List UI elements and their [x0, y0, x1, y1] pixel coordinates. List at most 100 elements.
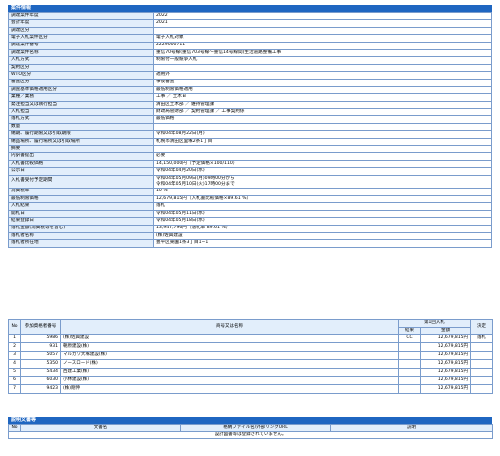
info-row: 納期、履行期限又は引取期限 令和04年08月22日(月) — [8, 130, 492, 139]
bid-name: 朝原建設(株) — [60, 342, 399, 352]
bid-no: 2 — [8, 342, 21, 352]
info-row: 調査基準価格適用区分 最低制限価格適用 — [8, 85, 492, 95]
bid-results-table: No 参加資格者番号 商号又は名称 第1回入札 決定 結果 金額 1 5986 (株… — [8, 319, 493, 394]
bid-decision — [470, 375, 493, 386]
info-value — [153, 122, 492, 132]
doc-empty-message: 設計図書等は登録されていません。 — [8, 431, 493, 439]
bid-name: ノースロード(株) — [60, 359, 399, 369]
info-row: 開札日 令和04年05月11日(水) — [8, 209, 492, 219]
info-label: 入札書受付予定期間 — [8, 174, 154, 189]
info-row: 発注担当又は執行担当 清田区土木部 ／ 維持管理課 — [8, 100, 492, 110]
bid-row: 6 6030 小林建設(株) 12,679,815円 — [8, 375, 493, 386]
bid-decision — [470, 359, 493, 369]
info-row: 契約区分 — [8, 63, 492, 73]
info-row: 落札者名称 (株)佐興建設 — [8, 231, 492, 241]
info-row: 落札方式 最低価格 — [8, 115, 492, 124]
bid-name: 西建工業(株) — [60, 367, 399, 377]
info-value: 事後審査 — [153, 78, 492, 87]
info-label: 契約区分 — [8, 63, 154, 73]
bid-row: 5 5434 西建工業(株) 12,679,815円 — [8, 367, 493, 377]
info-row: 落札金額(消費税等を含む) 13,947,796円（落札率 89.61 %） — [8, 224, 492, 233]
bid-code: 5057 — [20, 350, 61, 361]
info-row: 内訳書提出 必要 — [8, 152, 492, 161]
info-label: 内訳書提出 — [8, 152, 154, 161]
info-value: 適用外 — [153, 71, 492, 80]
info-value: 令和04年05月18日(水) — [153, 217, 492, 226]
info-row: 調達案件年度 2022 — [8, 11, 492, 21]
info-row: 調達区分 — [8, 26, 492, 36]
col-name-header: 商号又は名称 — [60, 319, 399, 335]
bid-result — [398, 342, 421, 352]
info-label: 落札者所在地 — [8, 239, 154, 248]
info-label: 調達案件名称 — [8, 48, 154, 58]
info-value: 最低価格 — [153, 115, 492, 124]
info-row: 公示日 令和04年04月20日(水) — [8, 167, 492, 176]
info-row: 入札書受付予定期間 令和04年05月09日(月)09時00分から 令和04年05月1… — [8, 174, 492, 189]
info-value: (株)佐興建設 — [153, 231, 492, 241]
bid-result — [398, 359, 421, 369]
section-title: 案件情報 — [11, 5, 32, 11]
info-value: 重信70号線(重信703号線〜重信14号線間)生活道路整備工事 — [153, 48, 492, 58]
bid-row: 1 5986 (株)佐興建設 CC 12,679,815円 落札 — [8, 333, 493, 344]
info-label: 会計年度 — [8, 19, 154, 28]
info-row: 摘要 — [8, 145, 492, 154]
bid-decision — [470, 367, 493, 377]
info-label: 納期、履行期限又は引取期限 — [8, 130, 154, 139]
info-label: WTO区分 — [8, 71, 154, 80]
info-label: 入札担当 — [8, 108, 154, 117]
info-value: 2021 — [153, 19, 492, 28]
info-value: 14,150,000円（予定価格×100/110） — [153, 159, 492, 169]
info-value: 2229000711 — [153, 41, 492, 50]
info-value: 令和04年04月20日(水) — [153, 167, 492, 176]
info-row: 調達案件名称 重信70号線(重信703号線〜重信14号線間)生活道路整備工事 — [8, 48, 492, 58]
info-label: 入札書比較価格 — [8, 159, 154, 169]
case-info-table: 調達案件年度 2022 会計年度 2021 調達区分 電子入札案件区分 電子入札対象 調達案件… — [8, 11, 492, 248]
section-header-documents: 説明文書等 — [8, 417, 492, 424]
info-row: 調達案件番号 2229000711 — [8, 41, 492, 50]
info-label: 消費税率 — [8, 187, 154, 197]
bid-amount: 12,679,815円 — [420, 384, 471, 394]
info-row: 入札結果 落札 — [8, 202, 492, 211]
bid-result — [398, 350, 421, 361]
bid-row: 4 5350 ノースロード(株) 12,679,815円 — [8, 359, 493, 369]
info-label: 摘要 — [8, 145, 154, 154]
info-label: 結果登録日 — [8, 217, 154, 226]
bid-row: 2 931 朝原建設(株) 12,679,815円 — [8, 342, 493, 352]
info-row: 審査区分 事後審査 — [8, 78, 492, 87]
bid-amount: 12,679,815円 — [420, 367, 471, 377]
bid-no: 7 — [8, 384, 21, 394]
bid-no: 1 — [8, 333, 21, 344]
info-value — [153, 63, 492, 73]
info-value: 最低制限価格適用 — [153, 85, 492, 95]
info-row: WTO区分 適用外 — [8, 71, 492, 80]
bid-name: (株)佐興建設 — [60, 333, 399, 344]
bid-no: 5 — [8, 367, 21, 377]
info-row: 消費税率 10 % — [8, 187, 492, 197]
info-value: 落札 — [153, 202, 492, 211]
documents-table: No 文書名 格納ファイル名/外部リンクURL 説明 設計図書等は登録されていま… — [8, 424, 493, 439]
info-label: 調達案件年度 — [8, 11, 154, 21]
info-value: 電子入札対象 — [153, 34, 492, 43]
bid-no: 6 — [8, 375, 21, 386]
info-row: 会計年度 2021 — [8, 19, 492, 28]
info-row: 入札担当 財政局管財部 ／ 契約管理課 ／ 工事契約係 — [8, 108, 492, 117]
bid-amount: 12,679,815円 — [420, 375, 471, 386]
info-value: 2022 — [153, 11, 492, 21]
bid-code: 6030 — [20, 375, 61, 386]
bid-amount: 12,679,815円 — [420, 333, 471, 344]
info-label: 電子入札案件区分 — [8, 34, 154, 43]
bid-no: 3 — [8, 350, 21, 361]
info-label: 公示日 — [8, 167, 154, 176]
col-round-header: 第1回入札 — [398, 319, 471, 328]
bid-amount: 12,679,815円 — [420, 359, 471, 369]
info-label: 最低制限価格 — [8, 194, 154, 204]
info-row: 業種／業務 工事 ／ 土木Ｂ — [8, 93, 492, 102]
doc-col-desc-header: 説明 — [330, 424, 493, 432]
info-label: 納品場所、履行場所又は引取場所 — [8, 137, 154, 147]
bid-code: 9423 — [20, 384, 61, 394]
col-no-header: No — [8, 319, 21, 335]
bid-result: CC — [398, 333, 421, 344]
info-label: 入札方式 — [8, 56, 154, 65]
info-row: 落札者所在地 豊平区東園1条3丁目1−1 — [8, 239, 492, 248]
info-label: 審査区分 — [8, 78, 154, 87]
